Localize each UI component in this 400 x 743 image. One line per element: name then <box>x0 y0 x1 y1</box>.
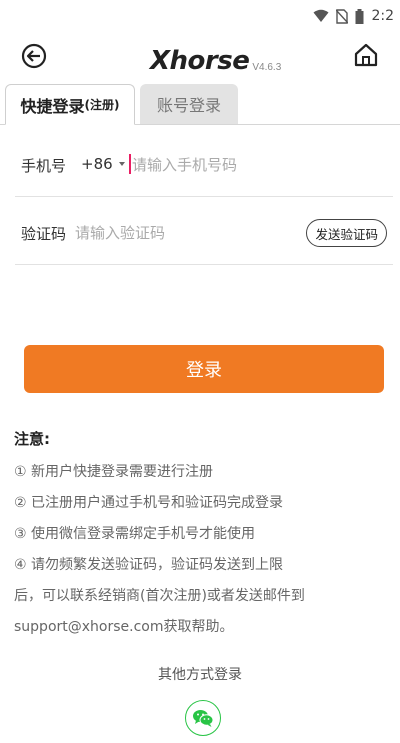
phone-input[interactable] <box>132 150 382 180</box>
logo-text: Xhorse <box>150 46 250 76</box>
status-time: 2:2 <box>371 8 394 24</box>
wechat-icon <box>193 710 214 727</box>
notes-title: 注意: <box>14 430 50 448</box>
verification-code-input[interactable] <box>75 218 295 248</box>
note-line: 后，可以联系经销商(首次注册)或者发送邮件到 <box>14 588 305 604</box>
phone-row: 手机号 +86 <box>15 136 393 197</box>
home-icon <box>354 43 378 67</box>
battery-icon <box>355 8 364 24</box>
chevron-down-icon <box>118 162 125 166</box>
back-button[interactable] <box>20 42 48 70</box>
country-code-select[interactable]: +86 <box>81 155 125 173</box>
other-login-title: 其他方式登录 <box>158 667 242 683</box>
tab-account-login[interactable]: 账号登录 <box>140 84 238 124</box>
code-row: 验证码 发送验证码 <box>15 204 393 265</box>
phone-label: 手机号 <box>21 157 67 175</box>
tab-quick-login-note: (注册) <box>84 98 120 112</box>
login-button[interactable]: 登录 <box>24 345 384 393</box>
wechat-login-button[interactable] <box>185 700 221 736</box>
login-tabs: 快捷登录 (注册) 账号登录 <box>0 84 400 125</box>
note-line: support@xhorse.com获取帮助。 <box>14 619 234 635</box>
tab-quick-login[interactable]: 快捷登录 (注册) <box>5 84 135 125</box>
code-label: 验证码 <box>21 225 67 243</box>
header: Xhorse V4.6.3 <box>0 36 400 80</box>
text-cursor <box>129 154 131 174</box>
wifi-icon <box>313 9 329 22</box>
status-bar: 2:2 <box>0 0 400 36</box>
tab-account-login-label: 账号登录 <box>156 96 221 115</box>
note-line: ② 已注册用户通过手机号和验证码完成登录 <box>14 495 283 511</box>
brand-logo: Xhorse V4.6.3 <box>150 40 281 76</box>
tab-quick-login-label: 快捷登录 <box>20 96 85 116</box>
status-icons: 2:2 <box>313 8 394 24</box>
notes-section: 注意: ① 新用户快捷登录需要进行注册 ② 已注册用户通过手机号和验证码完成登录… <box>14 428 390 643</box>
arrow-left-circle-icon <box>21 43 47 69</box>
note-line: ③ 使用微信登录需绑定手机号才能使用 <box>14 526 255 542</box>
note-line: ① 新用户快捷登录需要进行注册 <box>14 464 214 480</box>
send-code-button[interactable]: 发送验证码 <box>306 219 387 247</box>
no-sim-icon <box>336 8 349 24</box>
country-code-value: +86 <box>81 155 113 173</box>
app-version: V4.6.3 <box>252 62 282 73</box>
home-button[interactable] <box>352 41 380 69</box>
note-line: ④ 请勿频繁发送验证码，验证码发送到上限 <box>14 557 283 573</box>
